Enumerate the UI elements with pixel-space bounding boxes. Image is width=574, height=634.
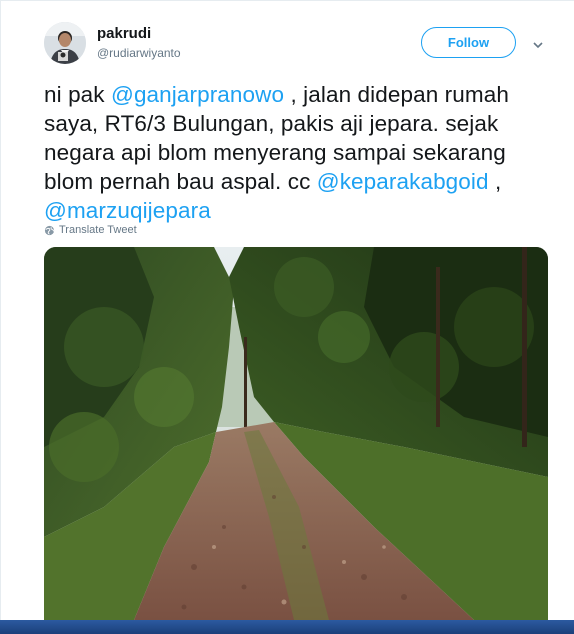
user-handle[interactable]: @rudiarwiyanto bbox=[97, 46, 181, 60]
translate-tweet-link[interactable]: Translate Tweet bbox=[44, 224, 137, 236]
follow-button[interactable]: Follow bbox=[421, 27, 516, 58]
chevron-down-icon[interactable] bbox=[531, 38, 545, 52]
avatar-image bbox=[44, 22, 86, 64]
road-photo bbox=[44, 247, 548, 620]
mention-link[interactable]: @keparakabgoid bbox=[317, 169, 489, 194]
display-name[interactable]: pakrudi bbox=[97, 25, 151, 42]
tweet-text-segment: , bbox=[488, 169, 502, 194]
avatar[interactable] bbox=[44, 22, 86, 64]
mention-link[interactable]: @marzuqijepara bbox=[44, 198, 211, 223]
tweet-card: pakrudi @rudiarwiyanto Follow ni pak @ga… bbox=[0, 0, 574, 634]
tweet-text-segment: ni pak bbox=[44, 82, 111, 107]
tweet-text: ni pak @ganjarpranowo , jalan didepan ru… bbox=[44, 80, 554, 225]
taskbar-strip bbox=[0, 620, 574, 634]
globe-icon bbox=[44, 225, 55, 235]
translate-label: Translate Tweet bbox=[59, 224, 137, 236]
mention-link[interactable]: @ganjarpranowo bbox=[111, 82, 284, 107]
divider bbox=[0, 0, 574, 1]
tweet-photo[interactable] bbox=[44, 247, 548, 620]
divider bbox=[0, 0, 1, 620]
